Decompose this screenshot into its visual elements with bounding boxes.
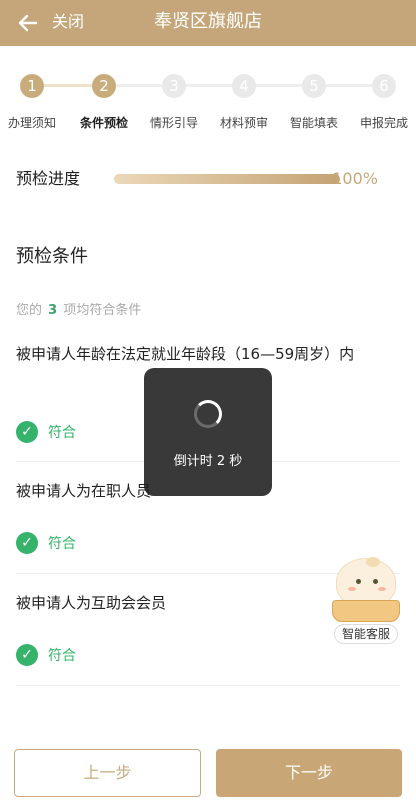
loading-spinner-icon xyxy=(194,400,222,428)
progress-label: 预检进度 xyxy=(16,169,81,188)
step-connector xyxy=(116,84,162,87)
step-2-circle: 2 xyxy=(92,74,116,98)
step-1-circle: 1 xyxy=(20,74,44,98)
countdown-text: 倒计时 2 秒 xyxy=(173,454,243,469)
condition-status: ✓ 符合 xyxy=(16,532,76,554)
status-text: 符合 xyxy=(48,536,76,552)
precheck-progress: 预检进度 100% xyxy=(16,168,400,190)
step-6-circle: 6 xyxy=(372,74,396,98)
check-circle-icon: ✓ xyxy=(16,644,38,666)
step-4-label: 材料预审 xyxy=(219,116,268,130)
progress-track xyxy=(114,174,340,184)
step-2-label: 条件预检 xyxy=(79,116,128,130)
status-text: 符合 xyxy=(48,425,76,441)
previous-step-button[interactable]: 上一步 xyxy=(14,749,201,797)
step-connector xyxy=(256,84,302,87)
progress-fill xyxy=(114,174,340,184)
summary-suffix: 项均符合条件 xyxy=(63,303,142,318)
top-nav-bar: 关闭 奉贤区旗舰店 xyxy=(0,0,416,46)
assistant-label: 智能客服 xyxy=(334,624,398,644)
smart-assistant-button[interactable]: 智能客服 xyxy=(330,556,402,648)
step-5-circle: 5 xyxy=(302,74,326,98)
step-5-label: 智能填表 xyxy=(289,116,338,130)
summary-prefix: 您的 xyxy=(16,303,43,318)
summary-count: 3 xyxy=(48,303,58,318)
bun-mascot-icon xyxy=(336,557,396,606)
step-1-label: 办理须知 xyxy=(7,116,56,130)
condition-text: 被申请人年龄在法定就业年龄段（16—59周岁）内 xyxy=(16,345,355,363)
precheck-summary: 您的 3 项均符合条件 xyxy=(16,302,141,320)
precheck-section-title: 预检条件 xyxy=(16,246,88,267)
step-4-circle: 4 xyxy=(232,74,256,98)
status-text: 符合 xyxy=(48,648,76,664)
step-connector xyxy=(186,84,232,87)
countdown-toast: 倒计时 2 秒 xyxy=(144,368,272,496)
page-title: 奉贤区旗舰店 xyxy=(154,11,262,32)
condition-text: 被申请人为互助会会员 xyxy=(16,594,167,612)
progress-value: 100% xyxy=(332,169,378,188)
condition-status: ✓ 符合 xyxy=(16,421,76,443)
step-connector xyxy=(326,84,372,87)
step-3-circle: 3 xyxy=(162,74,186,98)
step-connector xyxy=(44,84,92,87)
check-circle-icon: ✓ xyxy=(16,532,38,554)
next-step-button[interactable]: 下一步 xyxy=(216,749,402,797)
check-circle-icon: ✓ xyxy=(16,421,38,443)
step-6-label: 申报完成 xyxy=(359,116,408,130)
step-progress-bar: 1 2 3 4 5 6 办理须知 条件预检 情形引导 材料预审 智能填表 申报完… xyxy=(0,72,416,136)
step-3-label: 情形引导 xyxy=(149,116,198,130)
condition-status: ✓ 符合 xyxy=(16,644,76,666)
steamer-icon xyxy=(332,600,400,622)
